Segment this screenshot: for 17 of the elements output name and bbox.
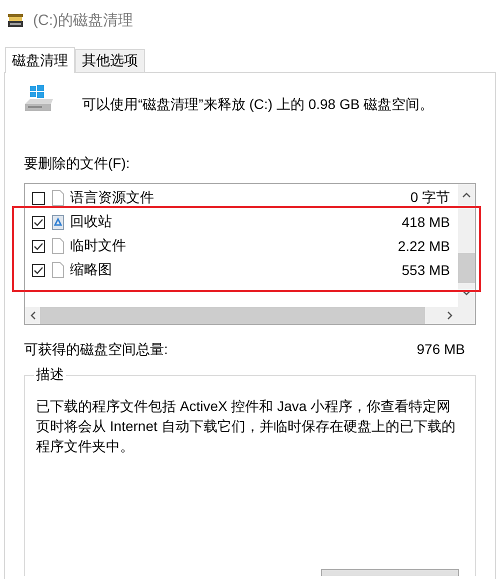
file-size: 418 MB [402, 214, 450, 230]
file-size: 553 MB [402, 262, 450, 278]
file-name: 语言资源文件 [70, 189, 155, 207]
file-name: 缩略图 [70, 261, 113, 279]
file-size: 2.22 MB [398, 238, 450, 254]
total-value: 976 MB [416, 341, 465, 359]
file-name: 临时文件 [70, 237, 127, 255]
description-text: 已下载的程序文件包括 ActiveX 控件和 Java 小程序，你查看特定网页时将会从 Internet 自动下载它们，并临时保存在硬盘上的已下载的程序文件夹中。 [36, 397, 456, 456]
file-size: 0 字节 [410, 189, 450, 207]
files-label: 要删除的文件(F): [24, 155, 131, 173]
file-name: 回收站 [70, 213, 113, 231]
tab[interactable]: 磁盘清理 [5, 47, 75, 73]
total-label: 可获得的磁盘空间总量: [24, 341, 168, 359]
tab[interactable]: 其他选项 [75, 49, 145, 72]
intro-text: 可以使用“磁盘清理”来释放 (C:) 上的 0.98 GB 磁盘空间。 [82, 96, 434, 114]
window-title: (C:)的磁盘清理 [33, 10, 133, 30]
group-title: 描述 [34, 366, 66, 384]
